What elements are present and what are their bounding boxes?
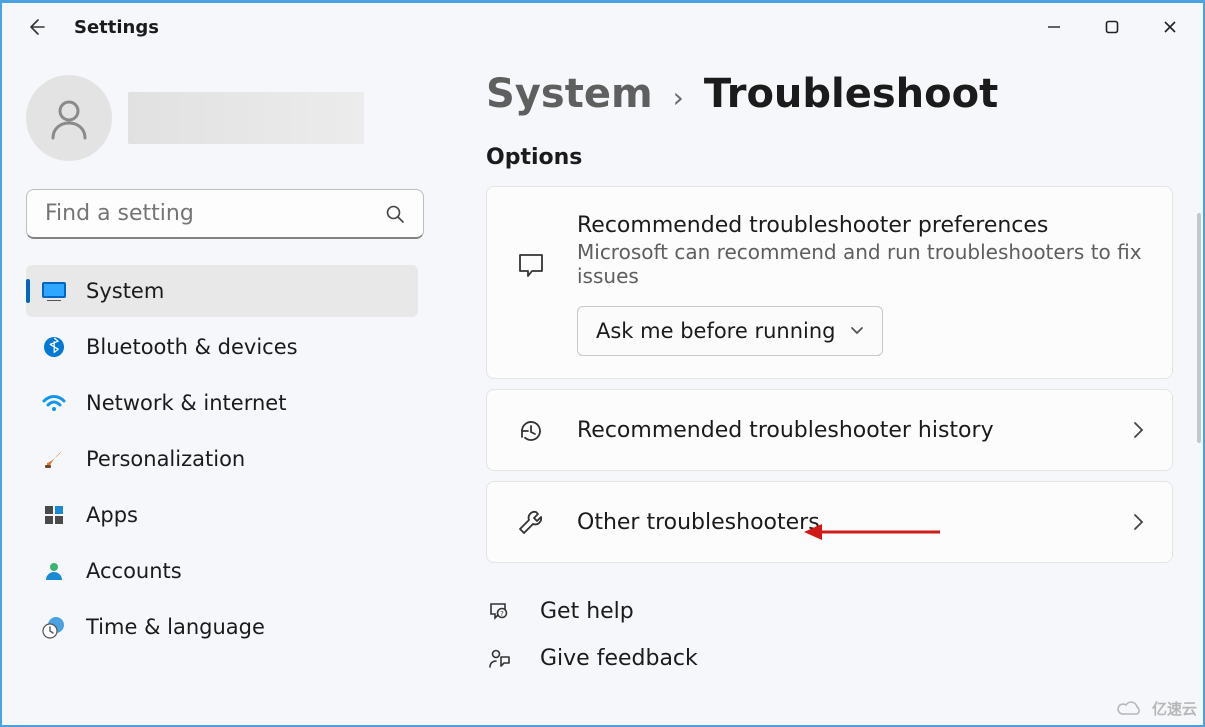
avatar — [26, 75, 112, 161]
breadcrumb-current: Troubleshoot — [704, 71, 998, 117]
nav-list: System Bluetooth & devices Network & int… — [26, 265, 418, 653]
sidebar: System Bluetooth & devices Network & int… — [2, 51, 442, 725]
close-button[interactable] — [1141, 7, 1199, 47]
sidebar-item-label: Accounts — [86, 559, 182, 583]
sidebar-item-bluetooth[interactable]: Bluetooth & devices — [26, 321, 418, 373]
search-icon — [385, 204, 405, 224]
history-icon — [515, 416, 547, 446]
wrench-icon — [515, 508, 547, 538]
back-button[interactable] — [14, 5, 58, 49]
card-title: Recommended troubleshooter preferences — [577, 213, 1144, 238]
clock-globe-icon — [40, 613, 68, 641]
scrollbar-thumb[interactable] — [1197, 213, 1201, 443]
card-other-troubleshooters[interactable]: Other troubleshooters — [486, 481, 1173, 563]
link-get-help[interactable]: ? Get help — [486, 599, 1173, 624]
accounts-icon — [40, 557, 68, 585]
card-title: Recommended troubleshooter history — [577, 418, 1102, 443]
sidebar-item-label: Personalization — [86, 447, 245, 471]
sidebar-item-system[interactable]: System — [26, 265, 418, 317]
svg-text:?: ? — [500, 610, 504, 618]
system-icon — [40, 277, 68, 305]
link-label: Get help — [540, 599, 634, 624]
link-give-feedback[interactable]: Give feedback — [486, 646, 1173, 671]
wifi-icon — [40, 389, 68, 417]
sidebar-item-time-language[interactable]: Time & language — [26, 601, 418, 653]
speech-bubble-icon — [515, 251, 547, 281]
card-subtitle: Microsoft can recommend and run troubles… — [577, 240, 1144, 288]
profile-name-redacted — [128, 92, 364, 144]
cloud-icon — [1116, 700, 1146, 718]
options-cards: Recommended troubleshooter preferences M… — [486, 186, 1173, 563]
close-icon — [1163, 20, 1177, 34]
minimize-icon — [1047, 20, 1061, 34]
window-controls — [1025, 7, 1199, 47]
chevron-down-icon — [850, 326, 864, 336]
app-title: Settings — [74, 17, 159, 38]
section-heading: Options — [486, 145, 1173, 170]
profile-block[interactable] — [26, 75, 418, 161]
titlebar: Settings — [2, 3, 1203, 51]
chevron-right-icon: › — [673, 81, 684, 114]
watermark: 亿速云 — [1116, 698, 1197, 719]
main-content: System › Troubleshoot Options Recommende… — [442, 51, 1203, 725]
sidebar-item-label: Bluetooth & devices — [86, 335, 298, 359]
breadcrumb: System › Troubleshoot — [486, 71, 1173, 117]
settings-window: { "title": "Settings", "search": { "plac… — [0, 0, 1205, 727]
dropdown-value: Ask me before running — [596, 319, 836, 343]
link-label: Give feedback — [540, 646, 698, 671]
sidebar-item-personalization[interactable]: Personalization — [26, 433, 418, 485]
search-input[interactable] — [45, 201, 385, 226]
sidebar-item-label: Apps — [86, 503, 138, 527]
chevron-right-icon — [1132, 420, 1144, 440]
person-icon — [45, 94, 93, 142]
chevron-right-icon — [1132, 512, 1144, 532]
sidebar-item-label: Network & internet — [86, 391, 286, 415]
minimize-button[interactable] — [1025, 7, 1083, 47]
help-links: ? Get help Give feedback — [486, 599, 1173, 671]
back-arrow-icon — [26, 17, 46, 37]
maximize-icon — [1105, 20, 1119, 34]
feedback-icon — [486, 647, 512, 671]
help-icon: ? — [486, 600, 512, 624]
search-box[interactable] — [26, 189, 424, 239]
breadcrumb-parent[interactable]: System — [486, 71, 653, 117]
sidebar-item-apps[interactable]: Apps — [26, 489, 418, 541]
card-troubleshooter-prefs: Recommended troubleshooter preferences M… — [486, 186, 1173, 379]
apps-icon — [40, 501, 68, 529]
sidebar-item-label: System — [86, 279, 164, 303]
card-troubleshooter-history[interactable]: Recommended troubleshooter history — [486, 389, 1173, 471]
card-title: Other troubleshooters — [577, 510, 1102, 535]
sidebar-item-network[interactable]: Network & internet — [26, 377, 418, 429]
prefs-dropdown[interactable]: Ask me before running — [577, 306, 883, 356]
maximize-button[interactable] — [1083, 7, 1141, 47]
sidebar-item-label: Time & language — [86, 615, 265, 639]
paintbrush-icon — [40, 445, 68, 473]
window-body: System Bluetooth & devices Network & int… — [2, 51, 1203, 725]
bluetooth-icon — [40, 333, 68, 361]
sidebar-item-accounts[interactable]: Accounts — [26, 545, 418, 597]
